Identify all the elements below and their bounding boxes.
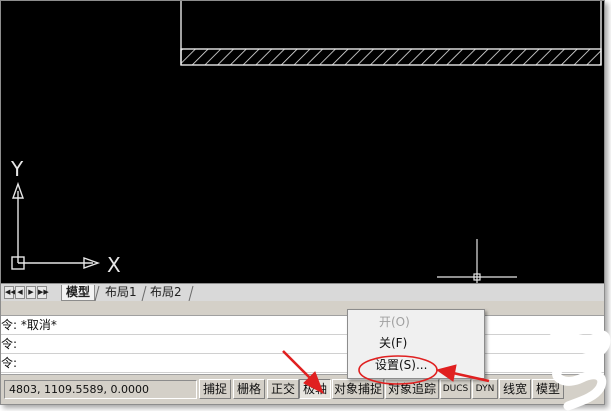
- object-track-toggle-button[interactable]: 对象追踪: [385, 379, 439, 399]
- ucs-y-label: Y: [11, 157, 24, 181]
- command-history-line: 令:: [1, 335, 604, 354]
- ortho-toggle-button[interactable]: 正交: [267, 379, 299, 399]
- ducs-toggle-button[interactable]: DUCS: [440, 379, 471, 399]
- hatch-band: [180, 48, 602, 66]
- grid-toggle-button[interactable]: 栅格: [233, 379, 265, 399]
- dyn-toggle-button[interactable]: DYN: [472, 379, 498, 399]
- ucs-x-label: X: [107, 253, 121, 277]
- drawing-graphics: [11, 1, 602, 283]
- snap-toggle-button[interactable]: 捕捉: [199, 379, 231, 399]
- drawing-canvas[interactable]: Y X: [1, 1, 604, 283]
- coordinate-readout: 4803, 1109.5589, 0.0000: [4, 380, 197, 399]
- menu-item-on[interactable]: 开(O): [348, 312, 482, 332]
- layout-tab-bar: ◀◀ ◀ ▶ ▶▶ 模型 布局1 布局2: [1, 283, 604, 302]
- crosshair-cursor: [437, 239, 517, 283]
- ucs-icon: [11, 181, 101, 270]
- menu-item-settings[interactable]: 设置(S)...: [348, 355, 482, 375]
- command-prompt-line[interactable]: 令:: [1, 354, 604, 373]
- polar-toggle-button[interactable]: 极轴: [299, 379, 331, 399]
- scribble-mark-graphic: [548, 330, 611, 411]
- status-bar: 4803, 1109.5589, 0.0000 捕捉 栅格 正交 极轴 对象捕捉…: [1, 375, 604, 404]
- menu-item-off[interactable]: 关(F): [348, 333, 482, 353]
- object-snap-toggle-button[interactable]: 对象捕捉: [332, 379, 384, 399]
- lineweight-toggle-button[interactable]: 线宽: [499, 379, 531, 399]
- command-history-line: 令: *取消*: [1, 316, 604, 335]
- tab-separators: [94, 285, 194, 302]
- polar-context-menu: 开(O) 关(F) 设置(S)...: [347, 309, 485, 379]
- command-splitter[interactable]: [1, 301, 604, 315]
- command-window[interactable]: 令: *取消* 令: 令:: [1, 315, 604, 375]
- scribble-mark: [548, 318, 611, 411]
- autocad-window: Y X ◀◀ ◀ ▶ ▶▶ 模型 布局1 布局2 令: *取消* 令: 令: 4…: [0, 0, 605, 405]
